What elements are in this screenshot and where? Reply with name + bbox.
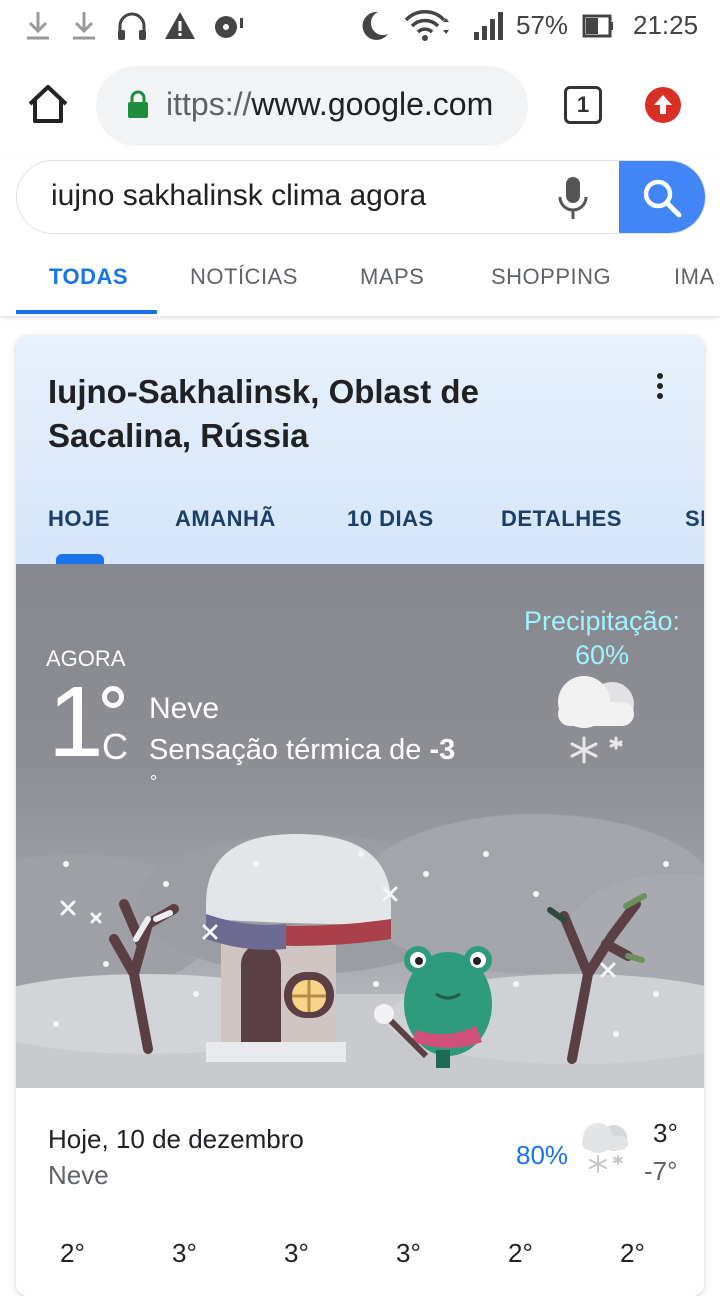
today-title: Hoje, 10 de dezembro xyxy=(48,1124,304,1154)
search-box[interactable]: iujno sakhalinsk clima agora xyxy=(16,160,706,234)
search-tabs: TODAS NOTÍCIAS MAPS SHOPPING IMA xyxy=(0,252,720,314)
weather-card: Iujno-Sakhalinsk, Oblast de Sacalina, Rú… xyxy=(16,336,704,1296)
warning-icon xyxy=(165,12,195,39)
weather-tab-si[interactable]: SI xyxy=(685,506,704,532)
status-bar: 57% 21:25 xyxy=(0,0,720,52)
feels-like-prefix: Sensação térmica de xyxy=(149,734,422,766)
feels-like-value: -3 xyxy=(429,734,456,766)
hourly-temp: 2° xyxy=(620,1238,645,1268)
weather-tab-indicator xyxy=(56,554,104,564)
tab-switcher-button[interactable]: 1 xyxy=(564,86,602,124)
snow-cloud-icon xyxy=(582,1123,628,1173)
active-tab-indicator xyxy=(16,310,157,314)
degree-symbol xyxy=(102,686,124,708)
weather-header: Iujno-Sakhalinsk, Oblast de Sacalina, Rú… xyxy=(16,336,704,564)
current-condition: Neve xyxy=(149,692,220,725)
lock-icon xyxy=(128,90,148,118)
hourly-temp: 3° xyxy=(396,1238,421,1268)
headset-icon xyxy=(118,12,146,40)
signal-icon xyxy=(474,12,503,40)
weather-tab-10-dias[interactable]: 10 DIAS xyxy=(347,506,434,532)
tab-noticias[interactable]: NOTÍCIAS xyxy=(190,264,298,290)
hourly-temp: 3° xyxy=(284,1238,309,1268)
battery-icon xyxy=(582,14,613,38)
weather-tab-hoje[interactable]: HOJE xyxy=(48,506,110,532)
hourly-temp: 3° xyxy=(172,1238,197,1268)
mic-icon[interactable] xyxy=(555,175,591,221)
url-scheme: ittps:// xyxy=(166,86,252,122)
weather-tab-amanha[interactable]: AMANHÃ xyxy=(175,506,276,532)
search-input[interactable]: iujno sakhalinsk clima agora xyxy=(51,179,426,213)
download-icon xyxy=(27,12,49,40)
download-icon xyxy=(73,12,95,40)
battery-percent: 57% xyxy=(516,10,569,40)
weather-scene: AGORA 1 C Neve Sensação térmica de -3 ° … xyxy=(16,564,704,1088)
clock: 21:25 xyxy=(633,10,699,40)
precipitation-value: 60% xyxy=(574,640,630,670)
wifi-icon xyxy=(404,10,449,41)
url-host: www.google.com xyxy=(251,86,494,122)
address-bar[interactable]: ittps://www.google.com xyxy=(96,66,528,146)
today-high: 3° xyxy=(653,1118,678,1148)
precipitation-label: Precipitação: xyxy=(523,606,681,636)
today-low: -7° xyxy=(644,1156,678,1186)
home-icon[interactable] xyxy=(26,78,70,130)
weather-tab-detalhes[interactable]: DETALHES xyxy=(501,506,622,532)
tab-shopping[interactable]: SHOPPING xyxy=(491,264,611,290)
snow-cloud-icon xyxy=(558,676,634,764)
tab-todas[interactable]: TODAS xyxy=(49,264,128,290)
hourly-temp: 2° xyxy=(508,1238,533,1268)
feels-like-unit: ° xyxy=(150,772,158,792)
temperature-unit[interactable]: C xyxy=(102,726,128,768)
current-temperature: 1 xyxy=(48,666,104,778)
location-title: Iujno-Sakhalinsk, Oblast de Sacalina, Rú… xyxy=(48,373,479,454)
more-options-icon[interactable] xyxy=(650,372,670,402)
moon-icon xyxy=(362,11,388,40)
tab-imagens[interactable]: IMA xyxy=(674,264,715,290)
update-icon[interactable] xyxy=(644,86,682,124)
search-button[interactable] xyxy=(619,161,705,233)
url-text: ittps://www.google.com xyxy=(166,86,493,123)
feels-like: Sensação térmica de -3 xyxy=(149,734,455,767)
media-icon xyxy=(215,16,243,38)
today-condition: Neve xyxy=(48,1160,109,1190)
tab-maps[interactable]: MAPS xyxy=(360,264,424,290)
today-precipitation: 80% xyxy=(516,1140,569,1170)
search-icon xyxy=(643,179,682,218)
browser-toolbar: ittps://www.google.com 1 xyxy=(0,52,720,156)
search-header: iujno sakhalinsk clima agora TODAS NOTÍC… xyxy=(0,156,720,316)
today-summary[interactable]: Hoje, 10 de dezembro Neve 80% 3° -7° 2° … xyxy=(16,1088,704,1296)
precipitation: Precipitação: 60% xyxy=(502,604,702,672)
hourly-temp: 2° xyxy=(60,1238,85,1268)
